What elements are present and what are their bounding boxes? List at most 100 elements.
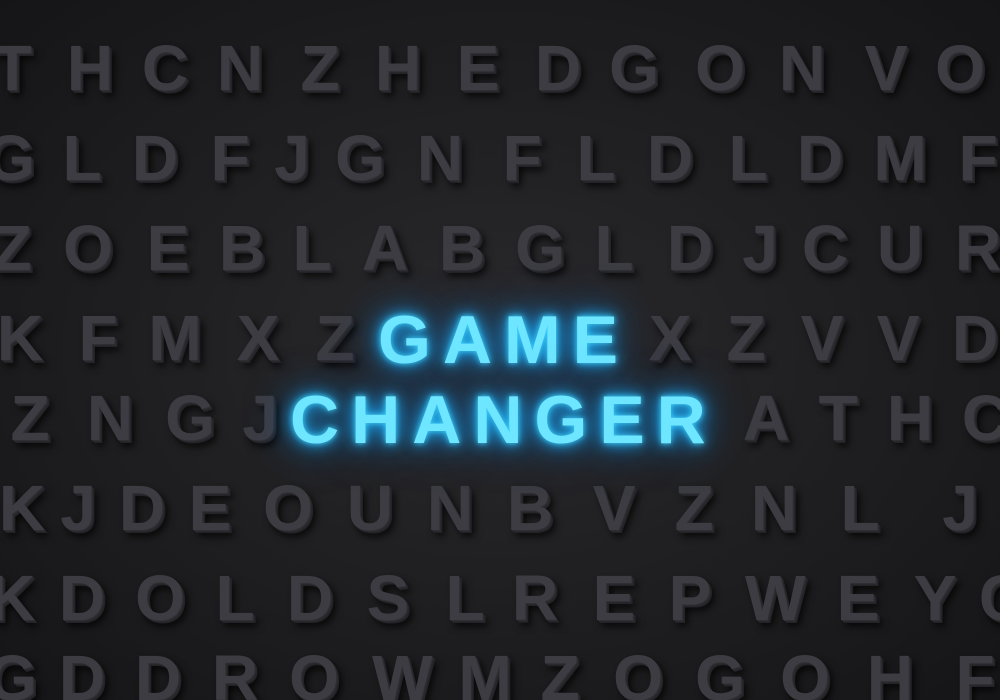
letter: Y — [913, 562, 957, 634]
letter: O — [63, 212, 113, 284]
letter: E — [592, 562, 636, 634]
letter: Z — [674, 472, 714, 544]
letter: L — [62, 122, 102, 194]
letter: W — [372, 642, 433, 700]
letter: H — [886, 382, 934, 454]
headline-line1: GAME — [378, 302, 630, 378]
letter: D — [534, 32, 582, 104]
letter: O — [135, 562, 185, 634]
letter: D — [951, 302, 999, 374]
letter: E — [836, 562, 880, 634]
letter: E — [456, 32, 500, 104]
letter: B — [506, 472, 554, 544]
letter: T — [818, 382, 858, 454]
letter: N — [426, 472, 474, 544]
letter: A — [361, 212, 409, 284]
letter: R — [954, 212, 1000, 284]
letter: G — [515, 212, 565, 284]
letter: Z — [10, 382, 50, 454]
letter: L — [292, 212, 332, 284]
letter: N — [86, 382, 134, 454]
letter: Z — [0, 212, 32, 284]
letter: O — [695, 32, 745, 104]
wallpaper-scene: T H C N Z H E D G O N V O G L D F J G N … — [0, 0, 1000, 700]
headline-line2: CHANGER — [290, 382, 718, 458]
letter: F — [78, 302, 118, 374]
letter: N — [416, 122, 464, 194]
letter: W — [745, 562, 806, 634]
letter: H — [374, 32, 422, 104]
letter: V — [592, 472, 636, 544]
letter: U — [876, 212, 924, 284]
letter-row: G D D R O W M Z Q G O H F — [0, 638, 1000, 700]
letter: D — [796, 122, 844, 194]
letter: H — [866, 642, 914, 700]
letter: G — [695, 642, 745, 700]
letter: G — [0, 642, 37, 700]
letter: D — [646, 122, 694, 194]
letter: D — [58, 642, 106, 700]
letter: J — [60, 472, 96, 544]
letter: O — [289, 642, 339, 700]
letter: L — [728, 122, 768, 194]
letter: F — [955, 642, 995, 700]
letter: R — [511, 562, 559, 634]
letter: K — [0, 562, 36, 634]
letter: X — [648, 302, 692, 374]
letter: Z — [726, 302, 766, 374]
letter: F — [958, 122, 998, 194]
letter: M — [458, 642, 512, 700]
letter: H — [66, 32, 114, 104]
letter: D — [131, 122, 179, 194]
letter: B — [218, 212, 266, 284]
letter: L — [576, 122, 616, 194]
letter-row: K J D E O U N B V Z N L J — [0, 468, 1000, 548]
letter: G — [165, 382, 215, 454]
letter: L — [445, 562, 485, 634]
letter: V — [864, 32, 908, 104]
letter: Z — [540, 642, 580, 700]
letter: O — [263, 472, 313, 544]
letter: L — [840, 472, 880, 544]
letter: P — [668, 562, 712, 634]
letter: T — [0, 32, 32, 104]
letter-row: K D O L D S L R E P W E Y C — [0, 558, 1000, 638]
letter: E — [146, 212, 190, 284]
letter: D — [286, 562, 334, 634]
letter: K — [0, 302, 44, 374]
letter: V — [876, 302, 920, 374]
letter: R — [211, 642, 259, 700]
letter: N — [216, 32, 264, 104]
letter: D — [118, 472, 166, 544]
letter: V — [800, 302, 844, 374]
letter: D — [666, 212, 714, 284]
letter: J — [742, 212, 778, 284]
letter: U — [346, 472, 394, 544]
letter: J — [242, 382, 278, 454]
letter: N — [778, 32, 826, 104]
letter: C — [972, 558, 1000, 638]
letter: J — [942, 472, 978, 544]
letter: O — [780, 642, 830, 700]
letter: Z — [300, 32, 340, 104]
letter: J — [274, 122, 310, 194]
letter: N — [750, 472, 798, 544]
letter: G — [0, 122, 35, 194]
letter: Q — [613, 642, 663, 700]
letter-row: G L D F J G N F L D L D M F — [0, 118, 1000, 198]
letter: B — [438, 212, 486, 284]
letter: C — [801, 212, 849, 284]
letter: C — [141, 32, 189, 104]
letter: S — [366, 562, 410, 634]
letter: Z — [315, 302, 355, 374]
letter: O — [935, 32, 985, 104]
letter: D — [58, 562, 106, 634]
letter: K — [0, 472, 46, 544]
letter: M — [873, 122, 927, 194]
letter-row: T H C N Z H E D G O N V O — [0, 28, 1000, 108]
letter: C — [961, 382, 1000, 454]
letter: E — [188, 472, 232, 544]
letter: G — [335, 122, 385, 194]
letter: L — [215, 562, 255, 634]
letter-row: Z O E B L A B G L D J C U R — [0, 208, 1000, 288]
